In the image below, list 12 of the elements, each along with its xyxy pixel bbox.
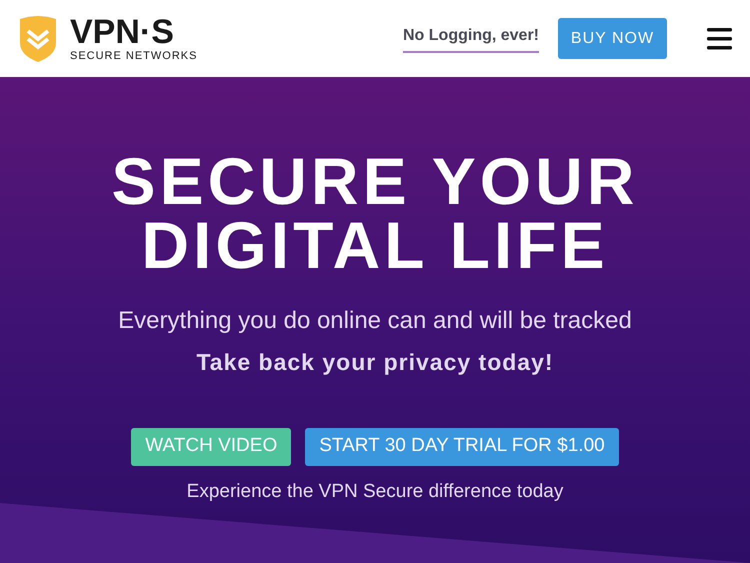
logo-name: VPN·S [70, 15, 175, 49]
logo-tagline: SECURE NETWORKS [70, 51, 198, 62]
hero-note: Experience the VPN Secure difference today [186, 480, 564, 504]
hero-subtitle: Everything you do online can and will be tracked [118, 306, 632, 336]
no-logging-link[interactable]: No Logging, ever! [403, 24, 539, 53]
shield-logo-icon [18, 14, 58, 62]
buy-now-button[interactable]: BUY NOW [558, 18, 667, 59]
hero-heading: SECURE YOUR DIGITAL LIFE [112, 149, 638, 277]
hero-emphasis: Take back your privacy today! [196, 348, 554, 377]
watch-video-button[interactable]: WATCH VIDEO [131, 428, 292, 466]
start-trial-button[interactable]: START 30 DAY TRIAL FOR $1.00 [305, 428, 619, 466]
menu-icon[interactable] [707, 28, 732, 50]
